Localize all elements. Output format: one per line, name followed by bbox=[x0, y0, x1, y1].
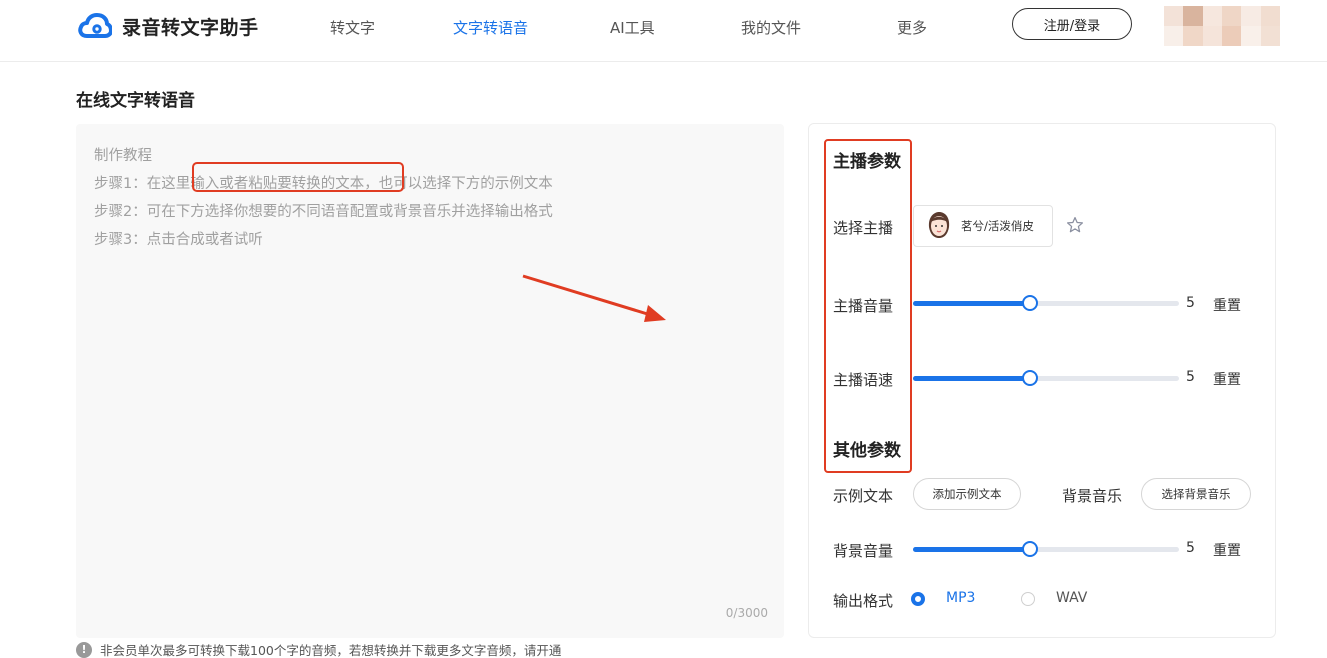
slider-fill bbox=[913, 547, 1030, 552]
nav-speech-to-text[interactable]: 转文字 bbox=[330, 17, 375, 38]
login-button[interactable]: 注册/登录 bbox=[1012, 8, 1132, 40]
logo[interactable]: 录音转文字助手 bbox=[78, 11, 259, 41]
nav-text-to-speech[interactable]: 文字转语音 bbox=[453, 17, 528, 38]
nav-my-files[interactable]: 我的文件 bbox=[741, 17, 801, 38]
logo-text: 录音转文字助手 bbox=[122, 16, 259, 39]
select-bgm-button[interactable]: 选择背景音乐 bbox=[1141, 478, 1251, 510]
anchor-volume-value: 5 bbox=[1186, 295, 1195, 311]
char-count: 0/3000 bbox=[725, 606, 768, 620]
placeholder-line-3: 步骤2：可在下方选择你想要的不同语音配置或背景音乐并选择输出格式 bbox=[94, 204, 553, 220]
slider-thumb[interactable] bbox=[1022, 541, 1038, 557]
editor-placeholder: 制作教程 步骤1：在这里输入或者粘贴要转换的文本，也可以选择下方的示例文本 步骤… bbox=[94, 142, 553, 254]
slider-fill bbox=[913, 301, 1030, 306]
cloud-logo-icon bbox=[78, 13, 112, 38]
sample-text-label: 示例文本 bbox=[833, 487, 894, 505]
select-anchor-label: 选择主播 bbox=[833, 219, 894, 237]
highlight-box-input-instruction bbox=[192, 162, 404, 192]
anchor-speed-label: 主播语速 bbox=[833, 371, 894, 389]
anchor-speed-value: 5 bbox=[1186, 369, 1195, 385]
top-bar: 录音转文字助手 转文字 文字转语音 AI工具 我的文件 更多 注册/登录 bbox=[0, 0, 1327, 62]
format-wav-radio[interactable] bbox=[1021, 592, 1035, 606]
bg-volume-slider[interactable] bbox=[913, 541, 1179, 557]
format-wav-label[interactable]: WAV bbox=[1056, 590, 1087, 606]
text-input-area[interactable]: 制作教程 步骤1：在这里输入或者粘贴要转换的文本，也可以选择下方的示例文本 步骤… bbox=[76, 124, 784, 638]
format-mp3-radio[interactable] bbox=[911, 592, 925, 606]
anchor-speed-reset[interactable]: 重置 bbox=[1213, 369, 1241, 389]
blurred-avatar[interactable] bbox=[1164, 6, 1280, 46]
slider-fill bbox=[913, 376, 1030, 381]
anchor-selector[interactable]: 茗兮/活泼俏皮 bbox=[913, 205, 1053, 247]
anchor-name: 茗兮/活泼俏皮 bbox=[961, 219, 1034, 233]
notice-text: 非会员单次最多可转换下载100个字的音频，若想转换并下载更多文字音频，请开通 bbox=[100, 643, 562, 658]
star-icon[interactable] bbox=[1066, 216, 1084, 234]
output-format-label: 输出格式 bbox=[833, 592, 894, 610]
annotation-arrow-icon bbox=[522, 274, 666, 322]
nav-more[interactable]: 更多 bbox=[897, 17, 927, 38]
other-params-title: 其他参数 bbox=[833, 441, 901, 461]
format-mp3-label[interactable]: MP3 bbox=[946, 590, 975, 606]
member-notice: ! 非会员单次最多可转换下载100个字的音频，若想转换并下载更多文字音频，请开通 bbox=[76, 640, 561, 658]
slider-thumb[interactable] bbox=[1022, 295, 1038, 311]
info-icon: ! bbox=[76, 641, 92, 658]
anchor-volume-reset[interactable]: 重置 bbox=[1213, 295, 1241, 315]
anchor-volume-label: 主播音量 bbox=[833, 297, 894, 315]
anchor-speed-slider[interactable] bbox=[913, 370, 1179, 386]
bg-volume-label: 背景音量 bbox=[833, 542, 894, 560]
nav-ai-tools[interactable]: AI工具 bbox=[610, 17, 655, 38]
bg-volume-value: 5 bbox=[1186, 540, 1195, 556]
bgm-label: 背景音乐 bbox=[1062, 487, 1123, 505]
anchor-params-title: 主播参数 bbox=[833, 152, 901, 172]
female-avatar-icon bbox=[928, 212, 950, 238]
bg-volume-reset[interactable]: 重置 bbox=[1213, 540, 1241, 560]
anchor-volume-slider[interactable] bbox=[913, 295, 1179, 311]
placeholder-line-4: 步骤3：点击合成或者试听 bbox=[94, 232, 263, 248]
add-sample-text-button[interactable]: 添加示例文本 bbox=[913, 478, 1021, 510]
slider-thumb[interactable] bbox=[1022, 370, 1038, 386]
page-title: 在线文字转语音 bbox=[76, 91, 195, 111]
